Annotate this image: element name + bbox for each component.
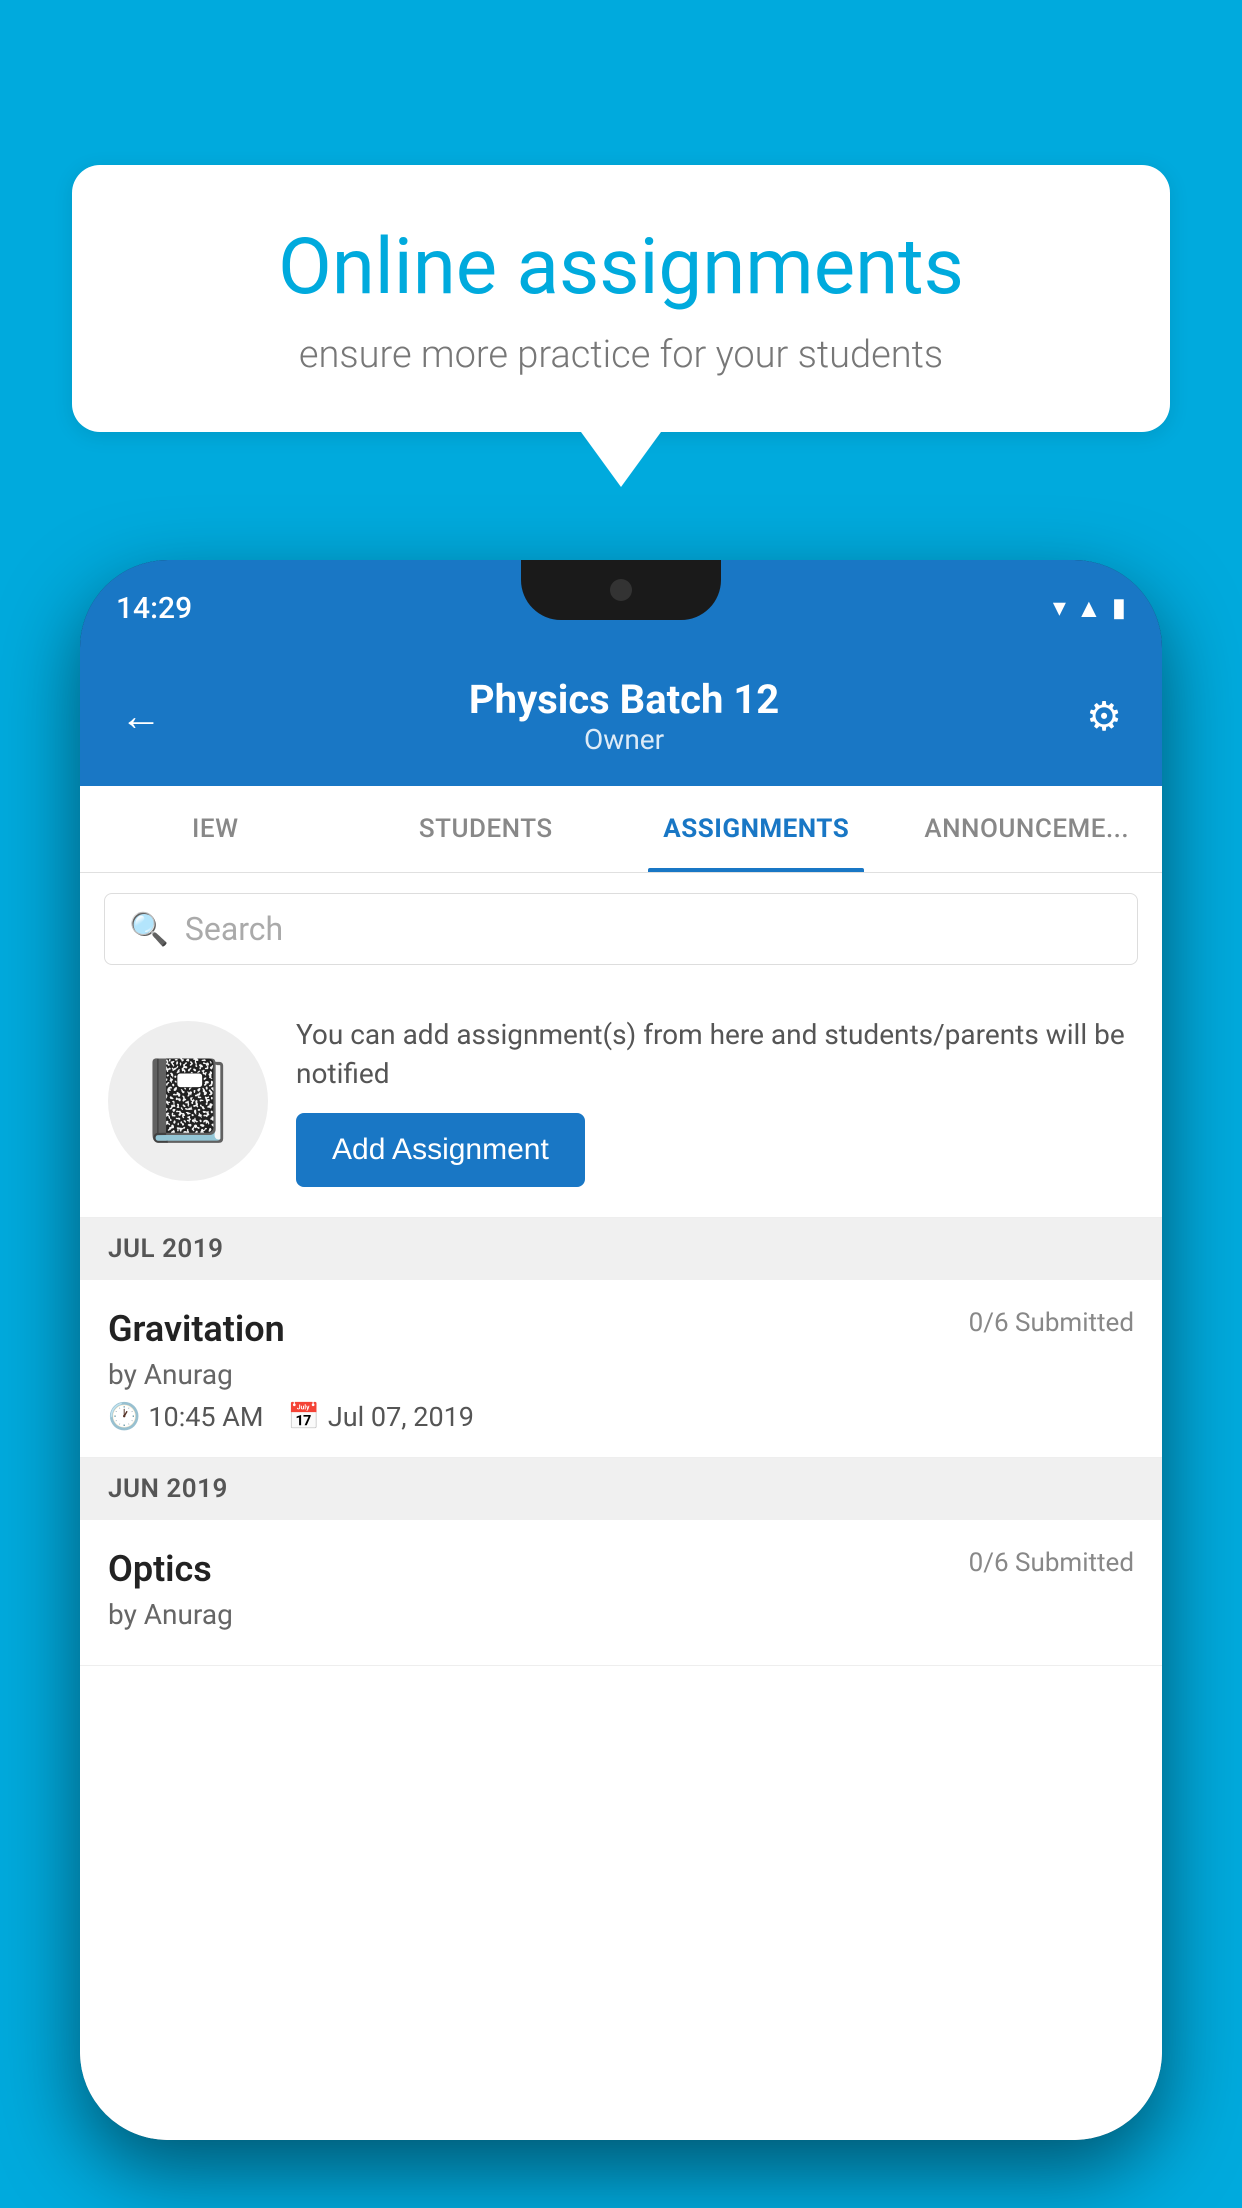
assignment-date-value: Jul 07, 2019 xyxy=(328,1401,474,1433)
search-icon: 🔍 xyxy=(129,910,169,948)
settings-button[interactable]: ⚙ xyxy=(1086,693,1122,740)
calendar-icon: 📅 xyxy=(288,1402,320,1432)
tab-assignments[interactable]: ASSIGNMENTS xyxy=(621,786,892,872)
phone-screen: ← Physics Batch 12 Owner ⚙ IEW STUDENTS … xyxy=(80,656,1162,2140)
assignment-submitted-optics: 0/6 Submitted xyxy=(969,1548,1134,1578)
tab-iew[interactable]: IEW xyxy=(80,786,351,872)
back-button[interactable]: ← xyxy=(120,692,162,741)
tab-bar: IEW STUDENTS ASSIGNMENTS ANNOUNCEME... xyxy=(80,786,1162,873)
assignment-time: 🕐 10:45 AM xyxy=(108,1401,264,1433)
status-time: 14:29 xyxy=(116,591,192,626)
signal-icon: ▲ xyxy=(1076,593,1102,624)
phone-mockup: 14:29 ▾ ▲ ▮ ← Physics Batch 12 Owner ⚙ I… xyxy=(80,560,1162,2140)
tab-students[interactable]: STUDENTS xyxy=(351,786,622,872)
assignment-date: 📅 Jul 07, 2019 xyxy=(288,1401,474,1433)
app-content: 🔍 Search 📓 You can add assignment(s) fro… xyxy=(80,873,1162,2140)
assignment-submitted: 0/6 Submitted xyxy=(969,1308,1134,1338)
status-icons: ▾ ▲ ▮ xyxy=(1053,593,1126,624)
assignment-name: Gravitation xyxy=(108,1308,285,1350)
assignment-item-header: Gravitation 0/6 Submitted xyxy=(108,1308,1134,1350)
header-title: Physics Batch 12 xyxy=(162,676,1086,723)
clock-icon: 🕐 xyxy=(108,1402,140,1432)
add-assignment-button[interactable]: Add Assignment xyxy=(296,1113,585,1187)
section-header-jun: JUN 2019 xyxy=(80,1458,1162,1520)
search-container: 🔍 Search xyxy=(80,873,1162,985)
search-bar[interactable]: 🔍 Search xyxy=(104,893,1138,965)
phone-inner: ← Physics Batch 12 Owner ⚙ IEW STUDENTS … xyxy=(80,656,1162,2140)
promo-subtitle: ensure more practice for your students xyxy=(142,333,1100,377)
assignment-author: by Anurag xyxy=(108,1358,1134,1391)
promo-description: You can add assignment(s) from here and … xyxy=(296,1015,1134,1093)
status-bar: 14:29 ▾ ▲ ▮ xyxy=(80,560,1162,656)
assignment-name-optics: Optics xyxy=(108,1548,212,1590)
assignment-item-optics[interactable]: Optics 0/6 Submitted by Anurag xyxy=(80,1520,1162,1666)
assignment-promo-text: You can add assignment(s) from here and … xyxy=(296,1015,1134,1187)
assignment-meta: 🕐 10:45 AM 📅 Jul 07, 2019 xyxy=(108,1401,1134,1433)
assignment-time-value: 10:45 AM xyxy=(148,1401,263,1433)
header-center: Physics Batch 12 Owner xyxy=(162,676,1086,756)
assignment-promo: 📓 You can add assignment(s) from here an… xyxy=(80,985,1162,1218)
header-subtitle: Owner xyxy=(162,723,1086,756)
search-placeholder: Search xyxy=(185,910,283,948)
app-header: ← Physics Batch 12 Owner ⚙ xyxy=(80,656,1162,786)
assignment-item-header-optics: Optics 0/6 Submitted xyxy=(108,1548,1134,1590)
battery-icon: ▮ xyxy=(1112,593,1126,623)
speech-bubble-arrow xyxy=(581,432,661,487)
notch xyxy=(521,560,721,620)
tab-announcements[interactable]: ANNOUNCEME... xyxy=(892,786,1163,872)
assignment-item-gravitation[interactable]: Gravitation 0/6 Submitted by Anurag 🕐 10… xyxy=(80,1280,1162,1458)
wifi-icon: ▾ xyxy=(1053,593,1066,623)
section-header-jul: JUL 2019 xyxy=(80,1218,1162,1280)
speech-bubble: Online assignments ensure more practice … xyxy=(72,165,1170,432)
promo-card: Online assignments ensure more practice … xyxy=(72,165,1170,487)
assignment-author-optics: by Anurag xyxy=(108,1598,1134,1631)
assignment-icon-circle: 📓 xyxy=(108,1021,268,1181)
camera xyxy=(610,579,632,601)
notebook-icon: 📓 xyxy=(138,1054,238,1148)
promo-title: Online assignments xyxy=(142,225,1100,311)
